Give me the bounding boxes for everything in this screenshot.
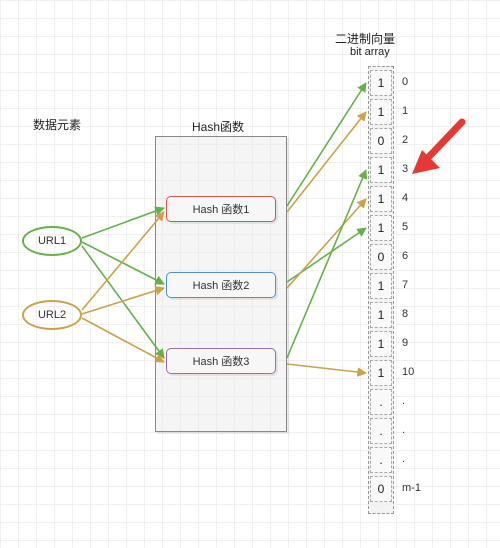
bit-cell-3: 1 — [370, 157, 392, 183]
bit-index-10: 10 — [402, 366, 414, 378]
bit-cell-6: 0 — [370, 244, 392, 270]
bit-cell-2: 0 — [370, 128, 392, 154]
title-bit-array-cn: 二进制向量 — [335, 30, 395, 47]
title-hash-functions: Hash函数 — [192, 118, 244, 135]
bit-index-8: 8 — [402, 308, 408, 320]
bit-cell-7: 1 — [370, 273, 392, 299]
hash-fn-3-label: Hash 函数3 — [193, 353, 250, 369]
bit-cell-12: . — [370, 418, 392, 444]
input-url1-label: URL1 — [38, 235, 66, 247]
hash-fn-3: Hash 函数3 — [166, 348, 276, 374]
bit-cell-1: 1 — [370, 99, 392, 125]
title-data-elements: 数据元素 — [33, 116, 81, 133]
bit-cell-10: 1 — [370, 360, 392, 386]
hash-fn-1: Hash 函数1 — [166, 196, 276, 222]
input-url2-label: URL2 — [38, 309, 66, 321]
bit-index-12: . — [402, 424, 405, 436]
bit-index-14: m-1 — [402, 482, 421, 494]
title-bit-array-en: bit array — [350, 46, 390, 58]
bit-cell-5: 1 — [370, 215, 392, 241]
bit-cell-13: . — [370, 447, 392, 473]
bit-cell-4: 1 — [370, 186, 392, 212]
bit-index-1: 1 — [402, 105, 408, 117]
bit-index-11: . — [402, 395, 405, 407]
bit-cell-9: 1 — [370, 331, 392, 357]
bit-cell-8: 1 — [370, 302, 392, 328]
bit-cell-0: 1 — [370, 70, 392, 96]
bit-cell-11: . — [370, 389, 392, 415]
bit-index-6: 6 — [402, 250, 408, 262]
bit-cell-14: 0 — [370, 476, 392, 502]
input-url1: URL1 — [22, 226, 82, 256]
bit-index-7: 7 — [402, 279, 408, 291]
hash-fn-2-label: Hash 函数2 — [193, 277, 250, 293]
bit-index-5: 5 — [402, 221, 408, 233]
bit-index-0: 0 — [402, 76, 408, 88]
bit-index-3: 3 — [402, 163, 408, 175]
bit-index-13: . — [402, 453, 405, 465]
bit-index-9: 9 — [402, 337, 408, 349]
bit-index-2: 2 — [402, 134, 408, 146]
hash-fn-1-label: Hash 函数1 — [193, 201, 250, 217]
input-url2: URL2 — [22, 300, 82, 330]
bit-index-4: 4 — [402, 192, 408, 204]
hash-fn-2: Hash 函数2 — [166, 272, 276, 298]
